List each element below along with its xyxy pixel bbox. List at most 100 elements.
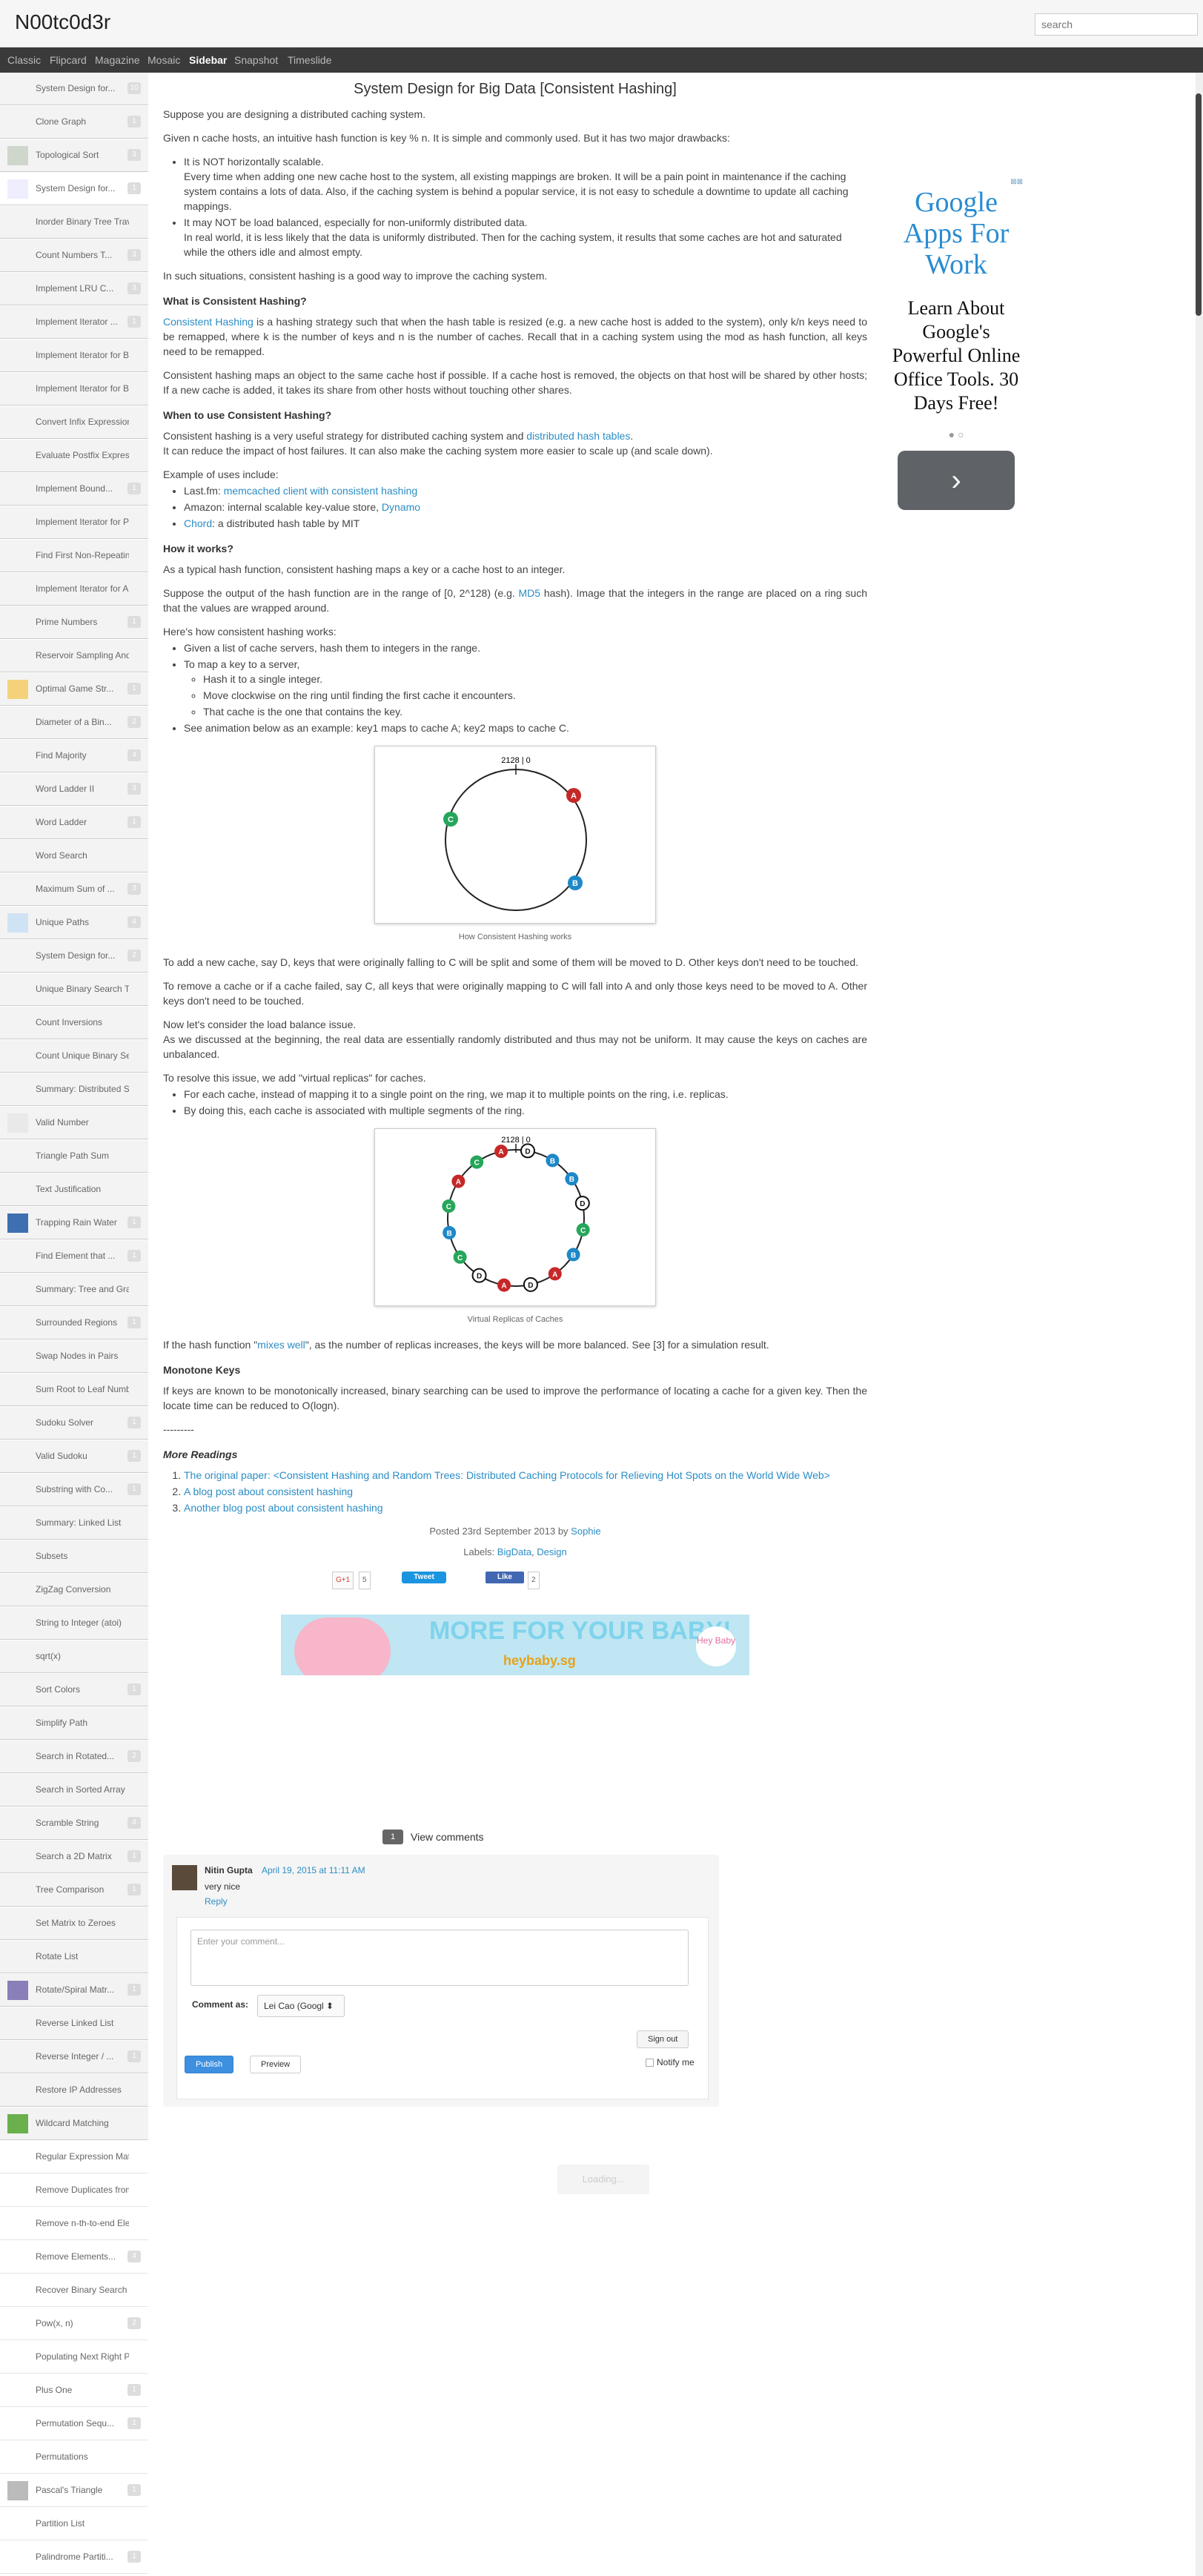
sidebar-item[interactable]: Search in Rotated... 2 bbox=[0, 1741, 148, 1773]
sidebar-item[interactable]: System Design for... 10 bbox=[0, 73, 148, 105]
sidebar-item[interactable]: Surrounded Regions 1 bbox=[0, 1307, 148, 1340]
sidebar-item[interactable]: Remove n-th-to-end Ele... bbox=[0, 2208, 148, 2240]
sidebar-item[interactable]: Word Ladder 1 bbox=[0, 807, 148, 839]
sidebar-item[interactable]: Count Numbers T... 3 bbox=[0, 239, 148, 272]
preview-button[interactable]: Preview bbox=[250, 2056, 302, 2073]
sidebar-item[interactable]: Reverse Linked List bbox=[0, 2007, 148, 2040]
mixes-well-link[interactable]: mixes well bbox=[257, 1339, 305, 1351]
sidebar-item[interactable]: Sum Root to Leaf Numbers bbox=[0, 1374, 148, 1406]
nav-item-timeslide[interactable]: Timeslide bbox=[288, 54, 331, 66]
sidebar-item[interactable]: Partition List bbox=[0, 2508, 148, 2540]
sidebar-item[interactable]: Valid Sudoku 1 bbox=[0, 1440, 148, 1473]
sign-out-button[interactable]: Sign out bbox=[637, 2030, 689, 2048]
sidebar-item[interactable]: Convert Infix Expression ... bbox=[0, 406, 148, 439]
sidebar-item[interactable]: Find Majority 4 bbox=[0, 740, 148, 772]
sidebar-item[interactable]: Tree Comparison 1 bbox=[0, 1874, 148, 1907]
banner-ad[interactable]: MORE FOR YOUR BABY! heybaby.sg Hey Baby bbox=[281, 1615, 749, 1675]
sidebar-item[interactable]: Implement Iterator for Bin... bbox=[0, 373, 148, 405]
sidebar-item[interactable]: Implement Bound... 1 bbox=[0, 473, 148, 506]
sidebar-item[interactable]: Trapping Rain Water 1 bbox=[0, 1207, 148, 1239]
view-comments-link[interactable]: View comments bbox=[411, 1831, 484, 1843]
google-ad[interactable]: ⊠⊠ Google Apps For Work Learn About Goog… bbox=[889, 178, 1023, 519]
gplus-button[interactable]: G+1 bbox=[332, 1572, 354, 1589]
ad-arrow-button[interactable]: › bbox=[898, 451, 1015, 510]
sidebar-item[interactable]: Unique Paths 4 bbox=[0, 907, 148, 939]
sidebar-item[interactable]: Simplify Path bbox=[0, 1707, 148, 1740]
sidebar-item[interactable]: Implement Iterator for Pe... bbox=[0, 506, 148, 539]
sidebar-item[interactable]: System Design for... 2 bbox=[0, 940, 148, 973]
like-button[interactable]: Like bbox=[485, 1572, 524, 1583]
sidebar-item[interactable]: Swap Nodes in Pairs bbox=[0, 1340, 148, 1373]
author-link[interactable]: Sophie bbox=[571, 1526, 600, 1537]
tweet-button[interactable]: Tweet bbox=[402, 1572, 446, 1583]
sidebar-item[interactable]: Subsets bbox=[0, 1540, 148, 1573]
scrollbar[interactable] bbox=[1196, 73, 1203, 2576]
sidebar-item[interactable]: Implement LRU C... 3 bbox=[0, 273, 148, 305]
sidebar-item[interactable]: Text Justification bbox=[0, 1173, 148, 1206]
identity-select[interactable]: Lei Cao (Googl ⬍ bbox=[257, 1995, 345, 2017]
consistent-hashing-link[interactable]: Consistent Hashing bbox=[163, 316, 253, 328]
sidebar-item[interactable]: Remove Elements... 4 bbox=[0, 2241, 148, 2274]
scrollbar-thumb[interactable] bbox=[1196, 93, 1202, 316]
sidebar-item[interactable]: Populating Next Right Po... bbox=[0, 2341, 148, 2374]
memcached-link[interactable]: memcached client with consistent hashing bbox=[224, 485, 417, 497]
sidebar-item[interactable]: Plus One 1 bbox=[0, 2374, 148, 2407]
sidebar-item[interactable]: Search in Sorted Array bbox=[0, 1774, 148, 1807]
sidebar-item[interactable]: Rotate List bbox=[0, 1941, 148, 1973]
sidebar-item[interactable]: Count Unique Binary Sea... bbox=[0, 1040, 148, 1073]
md5-link[interactable]: MD5 bbox=[519, 587, 541, 599]
sidebar-item[interactable]: Diameter of a Bin... 2 bbox=[0, 706, 148, 739]
reading-link[interactable]: The original paper: <Consistent Hashing … bbox=[184, 1469, 830, 1481]
sidebar-item[interactable]: System Design for... 1 bbox=[0, 173, 148, 205]
reading-link[interactable]: A blog post about consistent hashing bbox=[184, 1486, 353, 1497]
sidebar-item[interactable]: Summary: Tree and Graph bbox=[0, 1274, 148, 1306]
sidebar-item[interactable]: Sudoku Solver 1 bbox=[0, 1407, 148, 1440]
label-link[interactable]: Design bbox=[537, 1546, 566, 1557]
sidebar-item[interactable]: Rotate/Spiral Matr... 1 bbox=[0, 1974, 148, 2007]
sidebar-item[interactable]: Remove Duplicates from ... bbox=[0, 2174, 148, 2207]
blog-title[interactable]: N00tc0d3r bbox=[15, 10, 110, 34]
loading-button[interactable]: Loading... bbox=[557, 2165, 649, 2194]
sidebar-item[interactable]: Maximum Sum of ... 3 bbox=[0, 873, 148, 906]
sidebar-item[interactable]: Restore IP Addresses bbox=[0, 2074, 148, 2107]
sidebar-item[interactable]: Implement Iterator for Bin... bbox=[0, 340, 148, 372]
sidebar-item[interactable]: Clone Graph 1 bbox=[0, 106, 148, 139]
sidebar-item[interactable]: Permutations bbox=[0, 2441, 148, 2474]
sidebar-item[interactable]: Triangle Path Sum bbox=[0, 1140, 148, 1173]
nav-item-flipcard[interactable]: Flipcard bbox=[50, 54, 87, 66]
ad-close-icon[interactable]: ⊠⊠ bbox=[1010, 178, 1023, 186]
sidebar-item[interactable]: Recover Binary Search T... bbox=[0, 2274, 148, 2307]
sidebar-item[interactable]: Word Search bbox=[0, 840, 148, 873]
sidebar-item[interactable]: Implement Iterator ... 1 bbox=[0, 306, 148, 339]
sidebar-item[interactable]: Scramble String 4 bbox=[0, 1807, 148, 1840]
label-link[interactable]: BigData bbox=[497, 1546, 531, 1557]
ad-pagination-dots[interactable]: ● ○ bbox=[889, 428, 1023, 440]
publish-button[interactable]: Publish bbox=[185, 2056, 234, 2073]
search-input[interactable] bbox=[1035, 13, 1198, 36]
sidebar-item[interactable]: Substring with Co... 1 bbox=[0, 1474, 148, 1506]
dht-link[interactable]: distributed hash tables bbox=[526, 430, 630, 442]
sidebar-item[interactable]: Topological Sort 3 bbox=[0, 139, 148, 172]
sidebar-item[interactable]: Palindrome Partiti... 1 bbox=[0, 2541, 148, 2574]
notify-checkbox[interactable]: Notify me bbox=[646, 2057, 695, 2067]
sidebar-item[interactable]: Find First Non-Repeating... bbox=[0, 540, 148, 572]
sidebar-item[interactable]: Optimal Game Str... 1 bbox=[0, 673, 148, 706]
sidebar-item[interactable]: String to Integer (atoi) bbox=[0, 1607, 148, 1640]
sidebar-item[interactable]: Word Ladder II 3 bbox=[0, 773, 148, 806]
sidebar-item[interactable]: Sort Colors 1 bbox=[0, 1674, 148, 1706]
sidebar-item[interactable]: Evaluate Postfix Expression bbox=[0, 440, 148, 472]
nav-item-classic[interactable]: Classic bbox=[7, 54, 41, 66]
nav-item-magazine[interactable]: Magazine bbox=[95, 54, 140, 66]
dynamo-link[interactable]: Dynamo bbox=[382, 501, 420, 513]
comment-textarea[interactable]: Enter your comment... bbox=[190, 1930, 689, 1986]
sidebar-item[interactable]: ZigZag Conversion bbox=[0, 1574, 148, 1606]
sidebar-item[interactable]: Find Element that ... 1 bbox=[0, 1240, 148, 1273]
sidebar-item[interactable]: Permutation Sequ... 1 bbox=[0, 2408, 148, 2440]
nav-item-snapshot[interactable]: Snapshot bbox=[234, 54, 278, 66]
reply-link[interactable]: Reply bbox=[205, 1896, 228, 1907]
sidebar-item[interactable]: Regular Expression Matc... bbox=[0, 2141, 148, 2173]
sidebar-item[interactable]: Unique Binary Search Tr... bbox=[0, 973, 148, 1006]
sidebar-item[interactable]: Implement Iterator for Array bbox=[0, 573, 148, 606]
chord-link[interactable]: Chord bbox=[184, 517, 212, 529]
ad-title[interactable]: Google Apps For Work bbox=[889, 187, 1023, 280]
